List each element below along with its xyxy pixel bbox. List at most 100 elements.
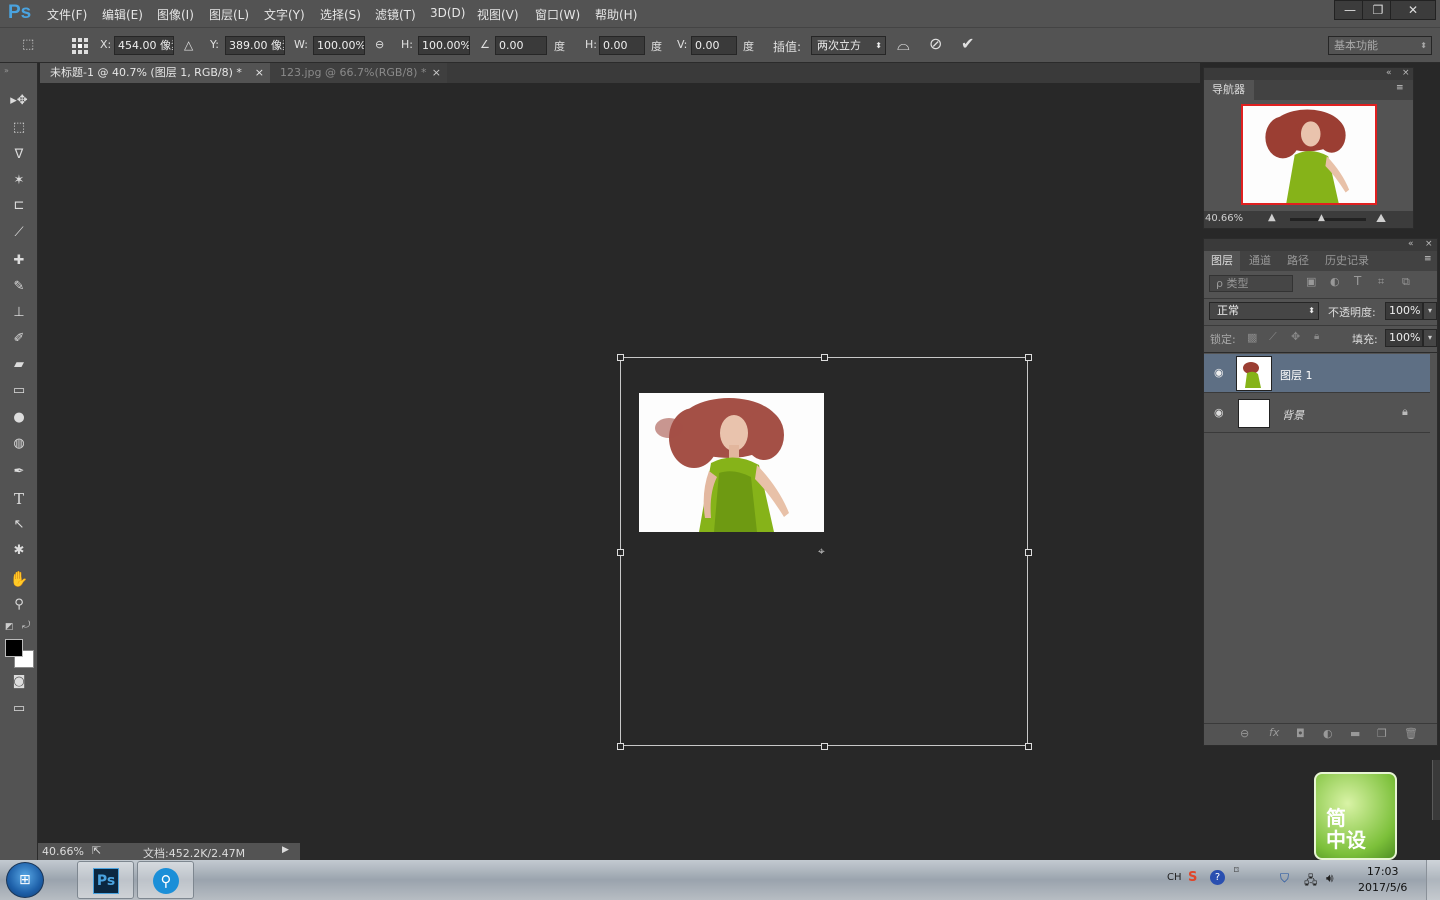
zoom-slider-thumb[interactable]: ▲ xyxy=(1318,213,1325,223)
default-colors-icon[interactable]: ◩ xyxy=(5,622,14,632)
transform-handle[interactable] xyxy=(617,549,624,556)
reference-point-crosshair-icon[interactable]: ⌖ xyxy=(818,544,825,559)
sogou-ime-icon[interactable]: S xyxy=(1188,870,1197,885)
transform-handle[interactable] xyxy=(1025,354,1032,361)
zoom-tool-icon[interactable]: ⚲ xyxy=(9,595,29,615)
collapse-panel-icon[interactable]: « xyxy=(1408,239,1414,249)
layer-style-icon[interactable]: fx xyxy=(1269,726,1279,739)
adjustment-layer-icon[interactable]: ◐ xyxy=(1323,727,1333,740)
layer-row-background[interactable]: ◉ 背景 🔒︎ xyxy=(1204,394,1430,433)
quick-mask-icon[interactable]: ◙ xyxy=(9,672,29,692)
lock-paint-icon[interactable]: ⟋ xyxy=(1269,330,1277,344)
tab-layers[interactable]: 图层 xyxy=(1204,251,1240,271)
vskew-field[interactable]: 0.00 xyxy=(691,36,737,55)
menu-view[interactable]: 视图(V) xyxy=(477,6,519,23)
gradient-tool-icon[interactable]: ▭ xyxy=(9,381,29,401)
type-tool-icon[interactable]: T xyxy=(9,489,29,509)
dodge-tool-icon[interactable]: ◍ xyxy=(9,434,29,454)
add-mask-icon[interactable]: ◘ xyxy=(1296,727,1305,740)
layer-name[interactable]: 背景 xyxy=(1282,407,1304,423)
tab-navigator[interactable]: 导航器 xyxy=(1204,80,1254,100)
right-edge-scroll[interactable] xyxy=(1432,760,1440,820)
lock-transparent-icon[interactable]: ▩ xyxy=(1247,331,1257,344)
menu-filter[interactable]: 滤镜(T) xyxy=(375,6,416,23)
transform-handle[interactable] xyxy=(821,743,828,750)
tab-paths[interactable]: 路径 xyxy=(1287,251,1309,271)
transform-handle[interactable] xyxy=(617,743,624,750)
crop-tool-icon[interactable]: ⊏ xyxy=(9,196,29,216)
commit-transform-icon[interactable]: ✔ xyxy=(961,34,974,53)
stamp-tool-icon[interactable]: ⊥ xyxy=(9,303,29,323)
workspace-select[interactable]: 基本功能 ⬍ xyxy=(1328,36,1432,55)
close-panel-icon[interactable]: × xyxy=(1425,239,1433,249)
menu-select[interactable]: 选择(S) xyxy=(320,6,361,23)
history-brush-icon[interactable]: ✐ xyxy=(9,329,29,349)
filter-type-icon[interactable]: T xyxy=(1354,274,1361,288)
x-field[interactable]: 454.00 像素 xyxy=(114,36,174,55)
blend-mode-select[interactable]: 正常 ⬍ xyxy=(1209,302,1319,320)
eyedropper-icon[interactable]: ⟋ xyxy=(9,223,29,243)
swap-colors-icon[interactable]: ⤾ xyxy=(22,620,30,631)
status-zoom[interactable]: 40.66% xyxy=(42,845,84,858)
filter-smart-icon[interactable]: ⧉ xyxy=(1402,275,1410,289)
new-group-icon[interactable]: ▬ xyxy=(1350,727,1360,740)
close-window-button[interactable]: ✕ xyxy=(1390,0,1436,20)
panel-menu-icon[interactable]: ≡ xyxy=(1396,83,1404,93)
taskbar-browser[interactable]: ⚲ xyxy=(137,861,194,899)
tab-close-icon[interactable]: × xyxy=(255,63,264,83)
menu-window[interactable]: 窗口(W) xyxy=(535,6,580,23)
show-desktop-button[interactable] xyxy=(1426,860,1440,900)
hand-tool-icon[interactable]: ✋ xyxy=(9,569,29,589)
start-button[interactable]: ⊞ xyxy=(6,862,44,898)
security-shield-icon[interactable]: ⛉ xyxy=(1280,871,1289,886)
warp-icon[interactable]: ⌓ xyxy=(897,35,910,55)
tab-document-untitled[interactable]: 未标题-1 @ 40.7% (图层 1, RGB/8) * × xyxy=(40,63,270,83)
navigator-preview[interactable] xyxy=(1241,104,1377,205)
tab-channels[interactable]: 通道 xyxy=(1249,251,1271,271)
link-icon[interactable]: ⊖ xyxy=(375,38,384,51)
fill-field[interactable]: 100% xyxy=(1385,329,1423,347)
taskbar-photoshop[interactable]: Ps xyxy=(77,861,134,899)
transform-handle[interactable] xyxy=(1025,743,1032,750)
zoom-slider[interactable] xyxy=(1290,218,1366,221)
layer-row-layer1[interactable]: ◉ 图层 1 xyxy=(1204,354,1430,393)
transform-handle[interactable] xyxy=(1025,549,1032,556)
pen-tool-icon[interactable]: ✒ xyxy=(9,462,29,482)
screen-mode-icon[interactable]: ▭ xyxy=(9,699,29,719)
tab-close-icon[interactable]: × xyxy=(432,63,441,83)
move-tool-preset-icon[interactable]: ⬚ xyxy=(22,37,42,53)
opacity-field[interactable]: 100% xyxy=(1385,302,1423,320)
healing-brush-icon[interactable]: ✚ xyxy=(9,251,29,271)
eraser-tool-icon[interactable]: ▰ xyxy=(9,355,29,375)
foreground-color-swatch[interactable] xyxy=(5,639,23,657)
menu-help[interactable]: 帮助(H) xyxy=(595,6,637,23)
shape-tool-icon[interactable]: ✱ xyxy=(9,541,29,561)
ime-options-icon[interactable]: ⌑ xyxy=(1234,866,1239,876)
panel-menu-icon[interactable]: ≡ xyxy=(1424,254,1432,264)
lasso-tool-icon[interactable]: ᐁ xyxy=(9,145,29,165)
filter-shape-icon[interactable]: ⌗ xyxy=(1378,275,1384,289)
lock-move-icon[interactable]: ✥ xyxy=(1291,330,1300,343)
navigator-zoom-value[interactable]: 40.66% xyxy=(1205,213,1243,224)
tab-document-123[interactable]: 123.jpg @ 66.7%(RGB/8) * × xyxy=(270,63,447,83)
new-layer-icon[interactable]: ❐ xyxy=(1377,727,1387,740)
delta-icon[interactable]: △ xyxy=(184,38,193,52)
menu-type[interactable]: 文字(Y) xyxy=(264,6,305,23)
network-icon[interactable]: 🖧︎ xyxy=(1304,871,1317,892)
menu-layer[interactable]: 图层(L) xyxy=(209,6,249,23)
filter-pixel-icon[interactable]: ▣ xyxy=(1306,275,1316,288)
help-icon[interactable]: ? xyxy=(1210,870,1225,885)
transform-handle[interactable] xyxy=(821,354,828,361)
close-panel-icon[interactable]: × xyxy=(1402,68,1410,78)
language-indicator[interactable]: CH xyxy=(1167,872,1182,883)
transform-handle[interactable] xyxy=(617,354,624,361)
brush-tool-icon[interactable]: ✎ xyxy=(9,277,29,297)
opacity-dropdown-icon[interactable]: ▾ xyxy=(1423,302,1437,320)
zoom-out-icon[interactable]: ▲ xyxy=(1268,212,1276,223)
w-field[interactable]: 100.00% xyxy=(313,36,365,55)
angle-field[interactable]: 0.00 xyxy=(495,36,547,55)
cancel-transform-icon[interactable]: ⊘ xyxy=(929,34,942,53)
hskew-field[interactable]: 0.00 xyxy=(599,36,645,55)
layer-name[interactable]: 图层 1 xyxy=(1280,367,1313,383)
interpolation-select[interactable]: 两次立方 ⬍ xyxy=(811,36,886,55)
